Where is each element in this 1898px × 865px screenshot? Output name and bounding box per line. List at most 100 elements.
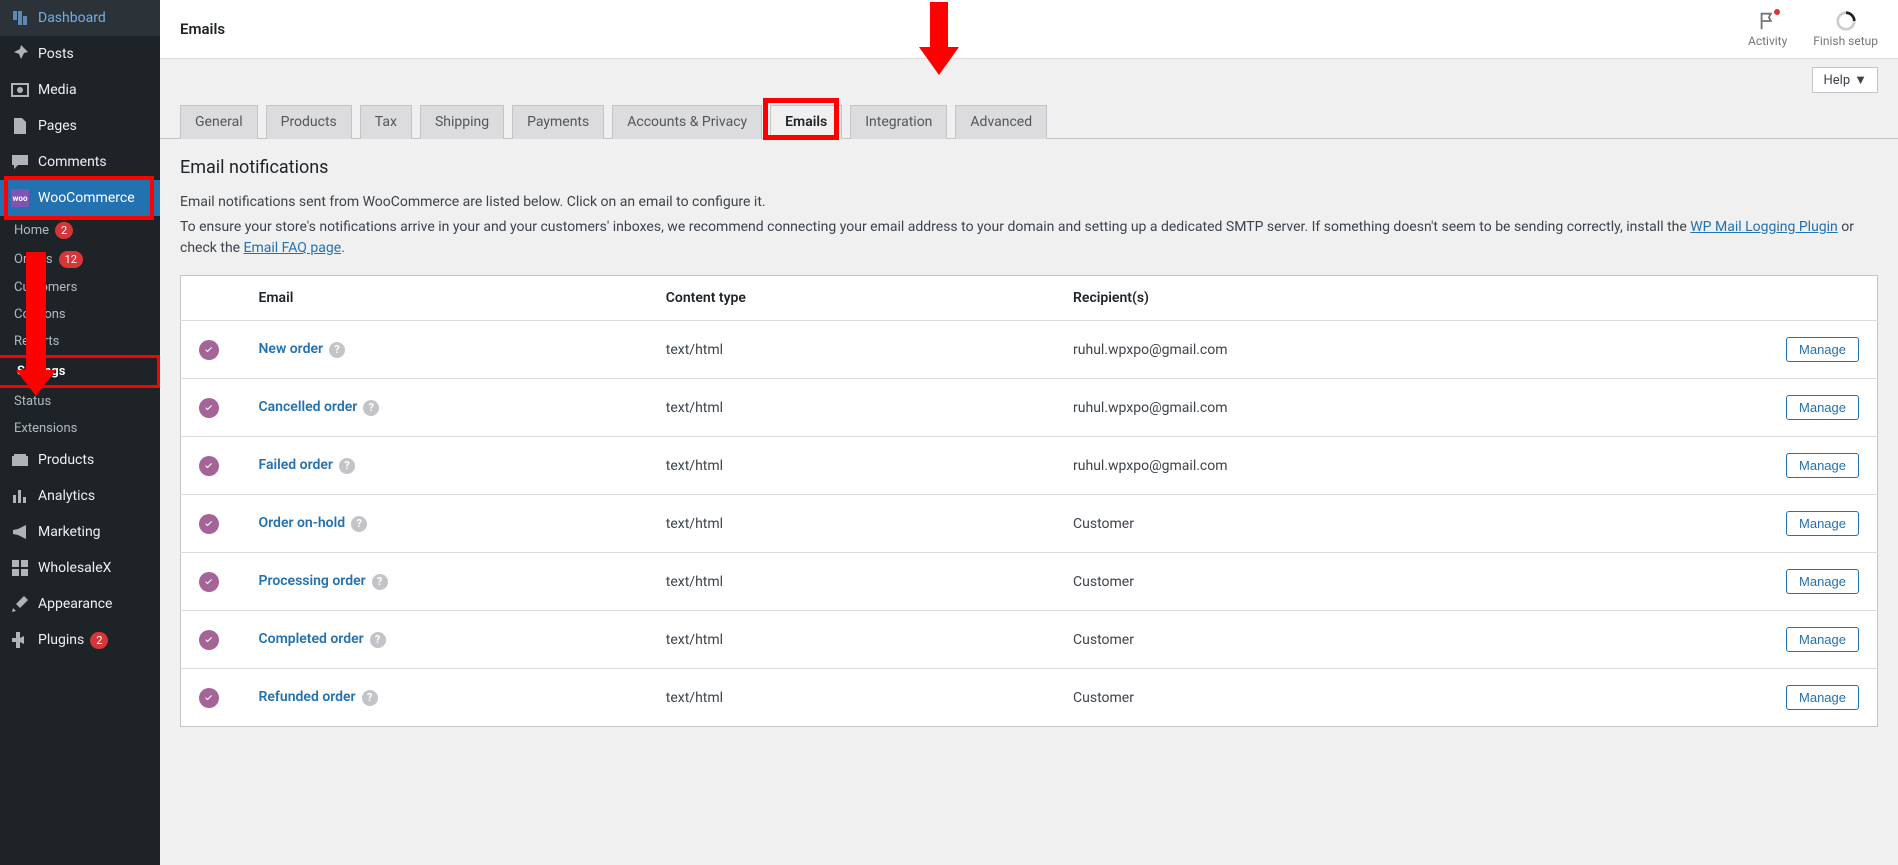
email-name-link[interactable]: Cancelled order [259, 399, 358, 415]
email-name-link[interactable]: New order [259, 341, 324, 357]
page-title: Emails [180, 20, 225, 38]
th-content-type: Content type [648, 276, 1055, 321]
analytics-icon [10, 486, 30, 506]
help-tooltip-icon[interactable]: ? [351, 516, 367, 532]
tab-payments[interactable]: Payments [512, 105, 604, 139]
menu-analytics[interactable]: Analytics [0, 478, 160, 514]
menu-woocommerce[interactable]: woo WooCommerce [0, 180, 160, 216]
dashboard-icon [10, 8, 30, 28]
help-tooltip-icon[interactable]: ? [329, 342, 345, 358]
manage-button[interactable]: Manage [1786, 627, 1859, 652]
submenu-extensions[interactable]: Extensions [0, 415, 160, 442]
manage-button[interactable]: Manage [1786, 685, 1859, 710]
finish-setup-button[interactable]: Finish setup [1813, 10, 1878, 48]
menu-label: WholesaleX [38, 560, 111, 576]
menu-posts[interactable]: Posts [0, 36, 160, 72]
help-tooltip-icon[interactable]: ? [339, 458, 355, 474]
help-tooltip-icon[interactable]: ? [372, 574, 388, 590]
table-row: Refunded order?text/htmlCustomerManage [181, 669, 1878, 727]
submenu-reports[interactable]: Reports [0, 328, 160, 355]
status-enabled-icon [199, 688, 219, 708]
th-recipients: Recipient(s) [1055, 276, 1767, 321]
menu-label: WooCommerce [38, 190, 135, 206]
submenu-status[interactable]: Status [0, 388, 160, 415]
activity-button[interactable]: Activity [1748, 10, 1787, 48]
products-icon [10, 450, 30, 470]
help-dropdown[interactable]: Help ▼ [1812, 67, 1878, 93]
section-heading: Email notifications [180, 157, 1878, 178]
table-row: Completed order?text/htmlCustomerManage [181, 611, 1878, 669]
content-type-cell: text/html [648, 437, 1055, 495]
table-row: Processing order? text/htmlCustomer Manage [181, 553, 1878, 611]
tab-products[interactable]: Products [266, 105, 352, 139]
tab-tax[interactable]: Tax [360, 105, 412, 139]
submenu-home[interactable]: Home 2 [0, 216, 160, 245]
email-name-link[interactable]: Order on-hold [259, 515, 346, 531]
status-enabled-icon [199, 514, 219, 534]
submenu-customers[interactable]: Customers [0, 274, 160, 301]
submenu-label: Coupons [14, 307, 66, 322]
help-label: Help [1823, 73, 1850, 88]
admin-sidebar: Dashboard Posts Media Pages Comments woo… [0, 0, 160, 865]
link-email-faq[interactable]: Email FAQ page [244, 240, 342, 256]
email-name-link[interactable]: Completed order [259, 631, 364, 647]
table-row: Cancelled order? text/htmlruhul.wpxpo@gma… [181, 379, 1878, 437]
submenu-label: Reports [14, 334, 59, 349]
tab-integration[interactable]: Integration [850, 105, 947, 139]
menu-media[interactable]: Media [0, 72, 160, 108]
wholesalex-icon [10, 558, 30, 578]
count-badge: 2 [55, 222, 73, 239]
pages-icon [10, 116, 30, 136]
recipients-cell: ruhul.wpxpo@gmail.com [1055, 379, 1767, 437]
manage-button[interactable]: Manage [1786, 569, 1859, 594]
flag-icon [1757, 10, 1779, 32]
menu-products[interactable]: Products [0, 442, 160, 478]
menu-comments[interactable]: Comments [0, 144, 160, 180]
tab-accounts[interactable]: Accounts & Privacy [612, 105, 762, 139]
status-enabled-icon [199, 572, 219, 592]
content-type-cell: text/html [648, 321, 1055, 379]
submenu-label: Home [14, 223, 49, 238]
menu-label: Dashboard [38, 10, 106, 26]
help-tooltip-icon[interactable]: ? [363, 400, 379, 416]
menu-label: Posts [38, 46, 74, 62]
manage-button[interactable]: Manage [1786, 511, 1859, 536]
manage-button[interactable]: Manage [1786, 337, 1859, 362]
recipients-cell: Customer [1055, 553, 1767, 611]
link-mail-logging[interactable]: WP Mail Logging Plugin [1690, 219, 1838, 235]
menu-pages[interactable]: Pages [0, 108, 160, 144]
submenu-orders[interactable]: Orders 12 [0, 245, 160, 274]
menu-wholesalex[interactable]: WholesaleX [0, 550, 160, 586]
manage-button[interactable]: Manage [1786, 395, 1859, 420]
finish-setup-label: Finish setup [1813, 34, 1878, 48]
th-actions [1768, 276, 1878, 321]
pin-icon [10, 44, 30, 64]
menu-label: Comments [38, 154, 107, 170]
manage-button[interactable]: Manage [1786, 453, 1859, 478]
topbar: Emails Activity Finish setup [160, 0, 1898, 59]
tab-shipping[interactable]: Shipping [420, 105, 504, 139]
email-name-link[interactable]: Failed order [259, 457, 333, 473]
content-type-cell: text/html [648, 553, 1055, 611]
recipients-cell: Customer [1055, 495, 1767, 553]
menu-marketing[interactable]: Marketing [0, 514, 160, 550]
content-type-cell: text/html [648, 379, 1055, 437]
help-tooltip-icon[interactable]: ? [370, 632, 386, 648]
submenu-label: Orders [14, 252, 53, 267]
menu-dashboard[interactable]: Dashboard [0, 0, 160, 36]
menu-label: Analytics [38, 488, 95, 504]
menu-appearance[interactable]: Appearance [0, 586, 160, 622]
settings-tabs: General Products Tax Shipping Payments A… [160, 93, 1898, 139]
tab-advanced[interactable]: Advanced [955, 105, 1047, 139]
menu-plugins[interactable]: Plugins 2 [0, 622, 160, 658]
submenu-settings[interactable]: Settings [0, 355, 160, 388]
tab-general[interactable]: General [180, 105, 258, 139]
activity-label: Activity [1748, 34, 1787, 48]
th-status [181, 276, 241, 321]
submenu-coupons[interactable]: Coupons [0, 301, 160, 328]
email-name-link[interactable]: Processing order [259, 573, 366, 589]
help-tooltip-icon[interactable]: ? [362, 690, 378, 706]
tab-emails[interactable]: Emails [770, 105, 842, 139]
table-row: Failed order?text/htmlruhul.wpxpo@gmail.… [181, 437, 1878, 495]
email-name-link[interactable]: Refunded order [259, 689, 356, 705]
